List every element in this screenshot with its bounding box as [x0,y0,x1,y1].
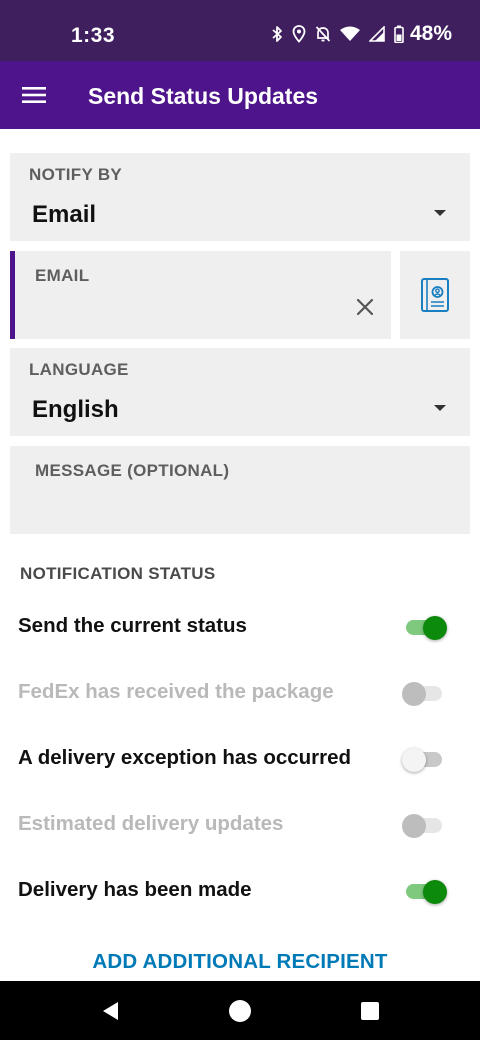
status-time: 1:33 [71,24,116,47]
back-icon[interactable] [97,998,123,1024]
toggle-label: Delivery has been made [18,878,252,901]
bluetooth-icon [272,26,282,42]
email-label: EMAIL [35,266,90,285]
notifications-off-icon [315,26,331,42]
status-bar: 1:33 48% [0,0,480,61]
language-dropdown[interactable]: LANGUAGE English [10,348,470,436]
message-label: MESSAGE (OPTIONAL) [35,461,230,480]
notification-status-heading: NOTIFICATION STATUS [20,564,216,583]
language-value: English [32,396,119,423]
recents-icon[interactable] [357,998,383,1024]
estimated-delivery-switch[interactable] [402,814,444,838]
toggle-row-current-status: Send the current status [0,602,480,652]
system-nav-bar [0,981,480,1040]
message-field[interactable]: MESSAGE (OPTIONAL) [10,446,470,534]
email-input[interactable] [35,295,330,331]
email-field[interactable]: EMAIL [10,251,391,339]
notify-by-label: NOTIFY BY [29,165,123,184]
battery-percent: 48% [409,22,452,45]
toggle-row-delivery-made: Delivery has been made [0,866,480,916]
status-icons: 48% [271,22,452,46]
contacts-button[interactable] [400,251,470,339]
package-received-switch[interactable] [402,682,444,706]
toggle-label: FedEx has received the package [18,680,334,703]
dropdown-arrow-icon [434,405,446,411]
menu-button[interactable] [17,80,51,110]
home-icon[interactable] [227,998,253,1024]
notify-by-dropdown[interactable]: NOTIFY BY Email [10,153,470,241]
toggle-label: Send the current status [18,614,247,637]
wifi-icon [339,26,360,41]
toggle-label: A delivery exception has occurred [18,746,352,769]
toggle-row-delivery-exception: A delivery exception has occurred [0,734,480,784]
close-icon [356,298,374,316]
clear-email-button[interactable] [349,291,381,323]
add-additional-recipient-button[interactable]: ADD ADDITIONAL RECIPIENT [0,950,480,974]
notify-by-value: Email [32,201,97,228]
contacts-book-icon [421,278,449,312]
language-label: LANGUAGE [29,360,129,379]
battery-icon [394,25,404,43]
delivery-made-switch[interactable] [402,880,447,904]
current-status-switch[interactable] [402,616,447,640]
toggle-row-estimated-delivery: Estimated delivery updates [0,800,480,850]
menu-icon [22,87,46,103]
signal-icon [368,26,385,42]
toggle-label: Estimated delivery updates [18,812,284,835]
app-bar: Send Status Updates [0,61,480,129]
location-icon [292,25,306,43]
page-title: Send Status Updates [88,83,319,109]
toggle-row-package-received: FedEx has received the package [0,668,480,718]
delivery-exception-switch[interactable] [402,748,444,772]
dropdown-arrow-icon [434,210,446,216]
